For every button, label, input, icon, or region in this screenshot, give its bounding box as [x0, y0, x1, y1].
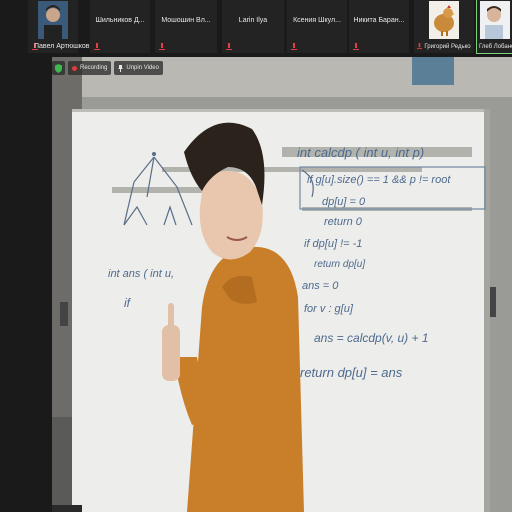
participant-avatar-photo [38, 1, 68, 39]
board-line: int ans ( int u, [108, 268, 174, 280]
recording-indicator[interactable]: Recording [68, 61, 112, 75]
participant-tile[interactable]: Павел Артюшков [28, 0, 90, 53]
muted-mic-icon [159, 43, 165, 50]
board-line: int calcdp ( int u, int p) [297, 145, 424, 160]
pin-icon [118, 64, 124, 72]
participant-avatar-photo [479, 1, 510, 39]
participant-name: Глеб Лобанев [479, 44, 512, 50]
board-line: dp[u] = 0 [322, 196, 366, 208]
muted-mic-icon [226, 43, 232, 50]
video-frame: int calcdp ( int u, int p) if g[u].size(… [52, 57, 512, 512]
board-line: return dp[u] [314, 259, 365, 270]
recording-label: Recording [80, 65, 108, 71]
participant-avatar-photo [429, 1, 459, 39]
main-video[interactable]: int calcdp ( int u, int p) if g[u].size(… [52, 57, 512, 512]
board-line: if dp[u] != -1 [304, 238, 362, 250]
participant-tile[interactable]: Григорий Редько [414, 0, 474, 53]
participant-name-label: Григорий Редько [424, 44, 471, 50]
board-line: return 0 [324, 216, 363, 228]
board-line: return dp[u] = ans [300, 365, 403, 380]
participant-tile-active[interactable]: Глеб Лобанев [476, 0, 512, 54]
muted-mic-icon [353, 43, 359, 50]
participants-strip: Павел Артюшков Шильников Д... Мошошин Вл… [0, 0, 512, 56]
participant-tile[interactable]: Никита Баран... [349, 0, 409, 53]
board-line: for v : g[u] [304, 303, 354, 315]
board-line: if g[u].size() == 1 && p != root [307, 174, 451, 186]
muted-mic-icon [417, 43, 423, 49]
participant-name: Григорий Редько [414, 43, 474, 50]
participant-name: Павел Артюшков [34, 43, 90, 50]
shield-icon [55, 63, 62, 73]
participant-name: Никита Баран... [353, 17, 405, 24]
participant-name: Мошошин Вл... [161, 17, 211, 24]
board-line: ans = 0 [302, 280, 339, 292]
recording-bar: Recording Unpin Video [52, 60, 163, 76]
participant-tile[interactable]: Ксения Шкул... [287, 0, 347, 53]
recording-dot-icon [72, 65, 77, 71]
participant-name: Шильников Д... [95, 17, 145, 24]
participant-tile[interactable]: Шильников Д... [90, 0, 150, 53]
participant-tile[interactable]: Мошошин Вл... [155, 0, 217, 53]
unpin-video-label: Unpin Video [126, 65, 159, 71]
participant-name: Ксения Шкул... [293, 17, 341, 24]
muted-mic-icon [94, 43, 100, 50]
bottom-control-hint [52, 505, 82, 512]
security-indicator[interactable] [52, 61, 65, 75]
participant-tile[interactable]: Larin Ilya [222, 0, 284, 53]
participant-name: Larin Ilya [238, 17, 268, 24]
board-line: ans = calcdp(v, u) + 1 [314, 331, 429, 345]
unpin-video-button[interactable]: Unpin Video [114, 61, 163, 75]
muted-mic-icon [291, 43, 297, 50]
